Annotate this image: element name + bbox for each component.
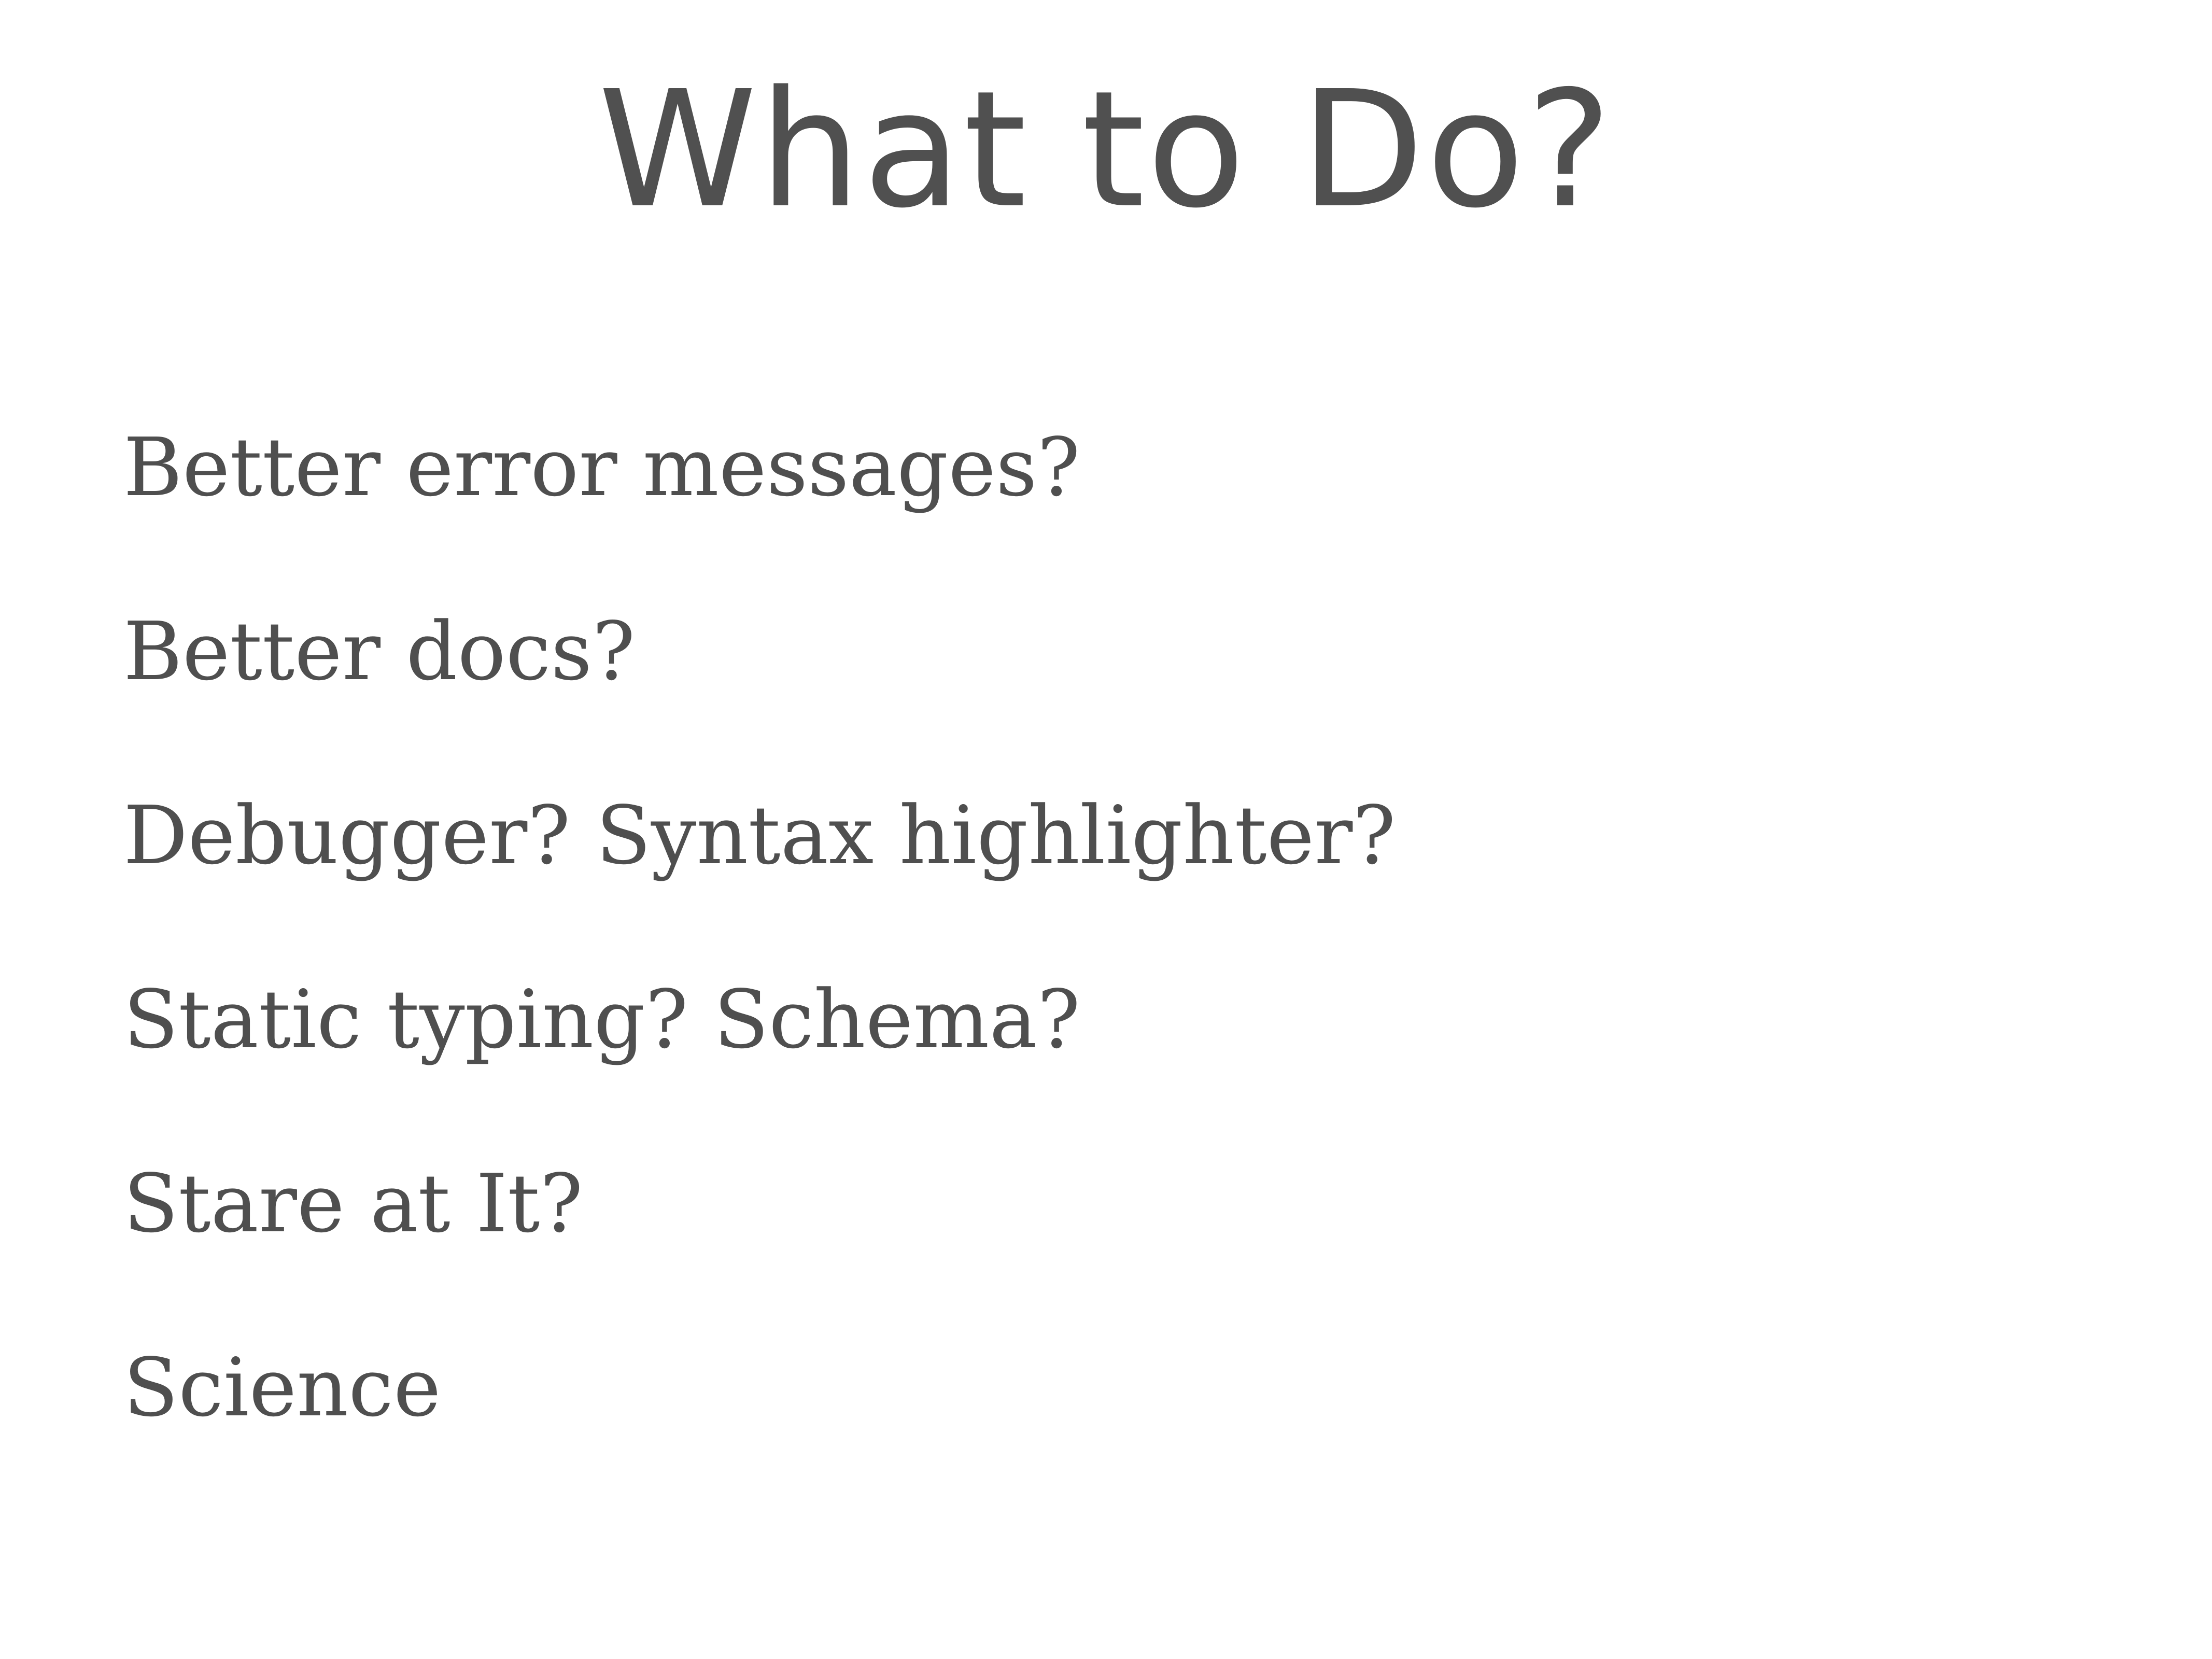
list-item: Debugger? Syntax highlighter? [123,789,1396,882]
slide-title: What to Do? [598,57,1614,244]
list-item: Static typing? Schema? [123,973,1080,1066]
list-item: Stare at It? [123,1157,583,1250]
list-item: Better docs? [123,604,636,698]
list-item: Better error messages? [123,420,1080,514]
slide: What to Do? Better error messages? Bette… [0,0,2212,1659]
bullet-list: Better error messages? Better docs? Debu… [123,421,1396,1525]
list-item: Science [123,1341,441,1435]
